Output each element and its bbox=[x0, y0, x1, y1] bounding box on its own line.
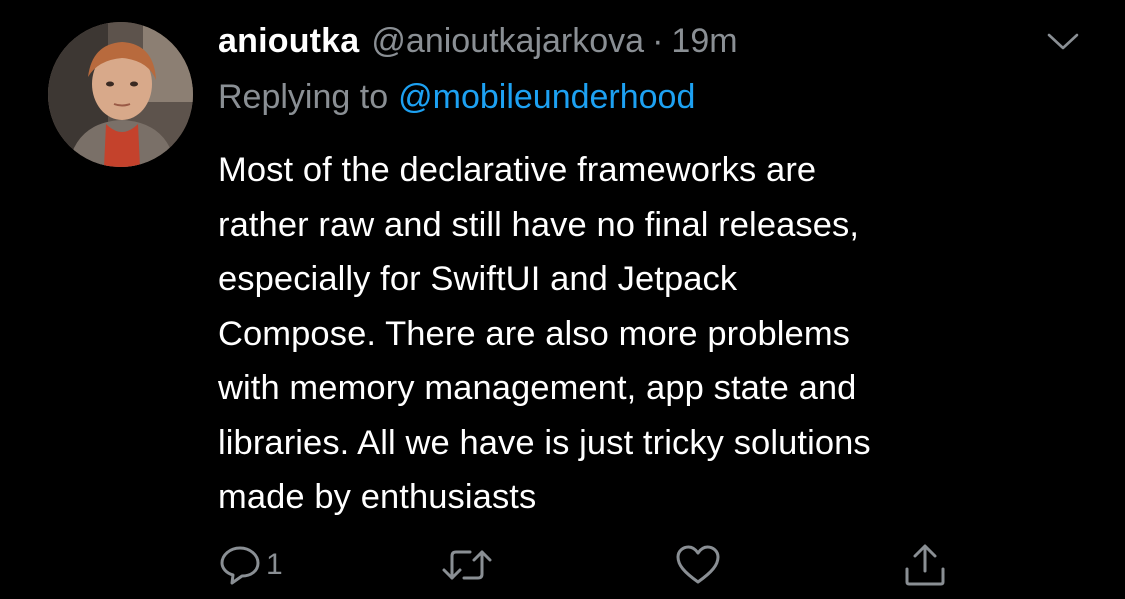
separator-dot: · bbox=[652, 22, 664, 60]
chevron-down-icon[interactable] bbox=[1046, 30, 1080, 54]
retweet-icon bbox=[442, 550, 492, 580]
replying-to: Replying to @mobileunderhood bbox=[218, 78, 695, 117]
reply-icon bbox=[220, 546, 260, 585]
avatar[interactable] bbox=[48, 22, 193, 167]
tweet-text: Most of the declarative frameworks are r… bbox=[218, 143, 1078, 525]
replying-to-label: Replying to bbox=[218, 78, 389, 116]
like-button[interactable] bbox=[674, 540, 722, 590]
tweet-text-line: made by enthusiasts bbox=[218, 478, 537, 516]
display-name[interactable]: anioutka bbox=[218, 22, 359, 61]
tweet-text-line: Compose. There are also more problems bbox=[218, 314, 851, 353]
tweet-text-line: with memory management, app state and bbox=[218, 369, 857, 407]
tweet-actions: 1 bbox=[218, 540, 978, 590]
heart-icon bbox=[676, 545, 720, 584]
share-button[interactable] bbox=[902, 540, 948, 590]
avatar-image bbox=[48, 22, 193, 167]
tweet[interactable]: anioutka @anioutkajarkova · 19m Replying… bbox=[0, 0, 1125, 599]
reply-mention-link[interactable]: @mobileunderhood bbox=[398, 78, 695, 116]
tweet-text-line: rather raw and still have no final relea… bbox=[218, 205, 860, 244]
timestamp[interactable]: 19m bbox=[671, 22, 737, 61]
share-icon bbox=[905, 544, 945, 586]
reply-count: 1 bbox=[266, 548, 283, 581]
reply-button[interactable]: 1 bbox=[218, 540, 283, 590]
tweet-header: anioutka @anioutkajarkova · 19m bbox=[218, 22, 738, 66]
tweet-text-line: libraries. All we have is just tricky so… bbox=[218, 423, 871, 462]
retweet-button[interactable] bbox=[440, 540, 494, 590]
tweet-text-line: Most of the declarative frameworks are bbox=[218, 151, 817, 189]
user-handle[interactable]: @anioutkajarkova bbox=[371, 22, 644, 61]
tweet-text-line: especially for SwiftUI and Jetpack bbox=[218, 260, 738, 298]
